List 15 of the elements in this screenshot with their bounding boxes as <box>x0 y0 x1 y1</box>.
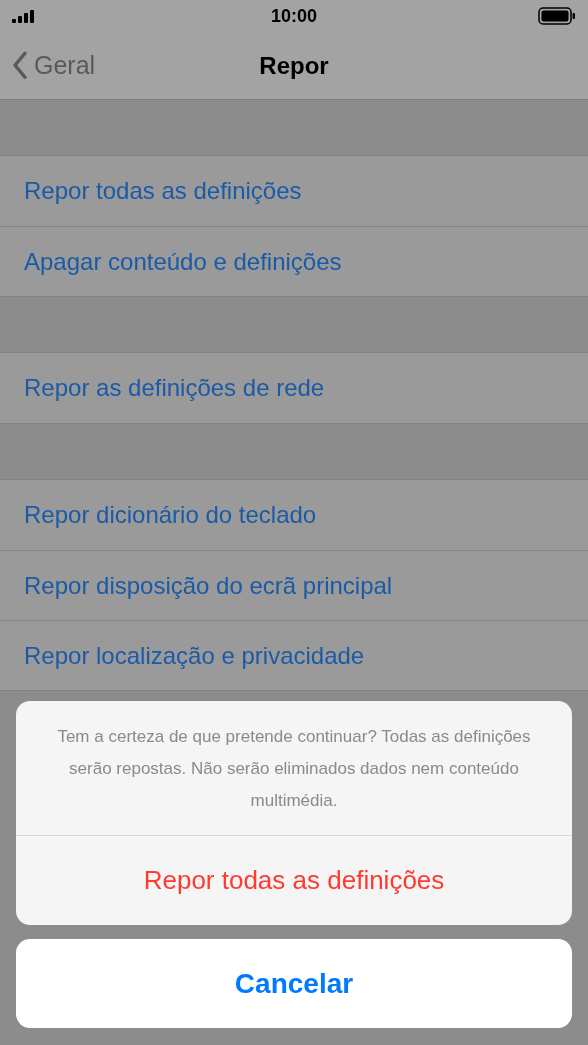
sheet-action-button[interactable]: Repor todas as definições <box>16 836 572 925</box>
settings-row[interactable]: Repor disposição do ecrã principal <box>0 550 588 620</box>
settings-row[interactable]: Repor dicionário do teclado <box>0 480 588 550</box>
settings-row[interactable]: Repor todas as definições <box>0 156 588 226</box>
status-time: 10:00 <box>270 4 317 28</box>
chevron-left-icon <box>12 51 28 80</box>
sheet-message: Tem a certeza de que pretende continuar? Todas as definições serão repostas. Não serão eliminados dados nem conteúdo multimédia. <box>16 701 572 836</box>
settings-row[interactable]: Repor localização e privacidade <box>0 620 588 690</box>
nav-title: Repor <box>259 50 329 81</box>
signal-icon <box>12 10 36 24</box>
settings-row[interactable]: Apagar conteúdo e definições <box>0 226 588 296</box>
battery-icon <box>538 7 576 25</box>
cancel-button[interactable]: Cancelar <box>16 939 572 1028</box>
settings-row[interactable]: Repor as definições de rede <box>0 353 588 423</box>
back-button[interactable]: Geral <box>12 46 96 85</box>
